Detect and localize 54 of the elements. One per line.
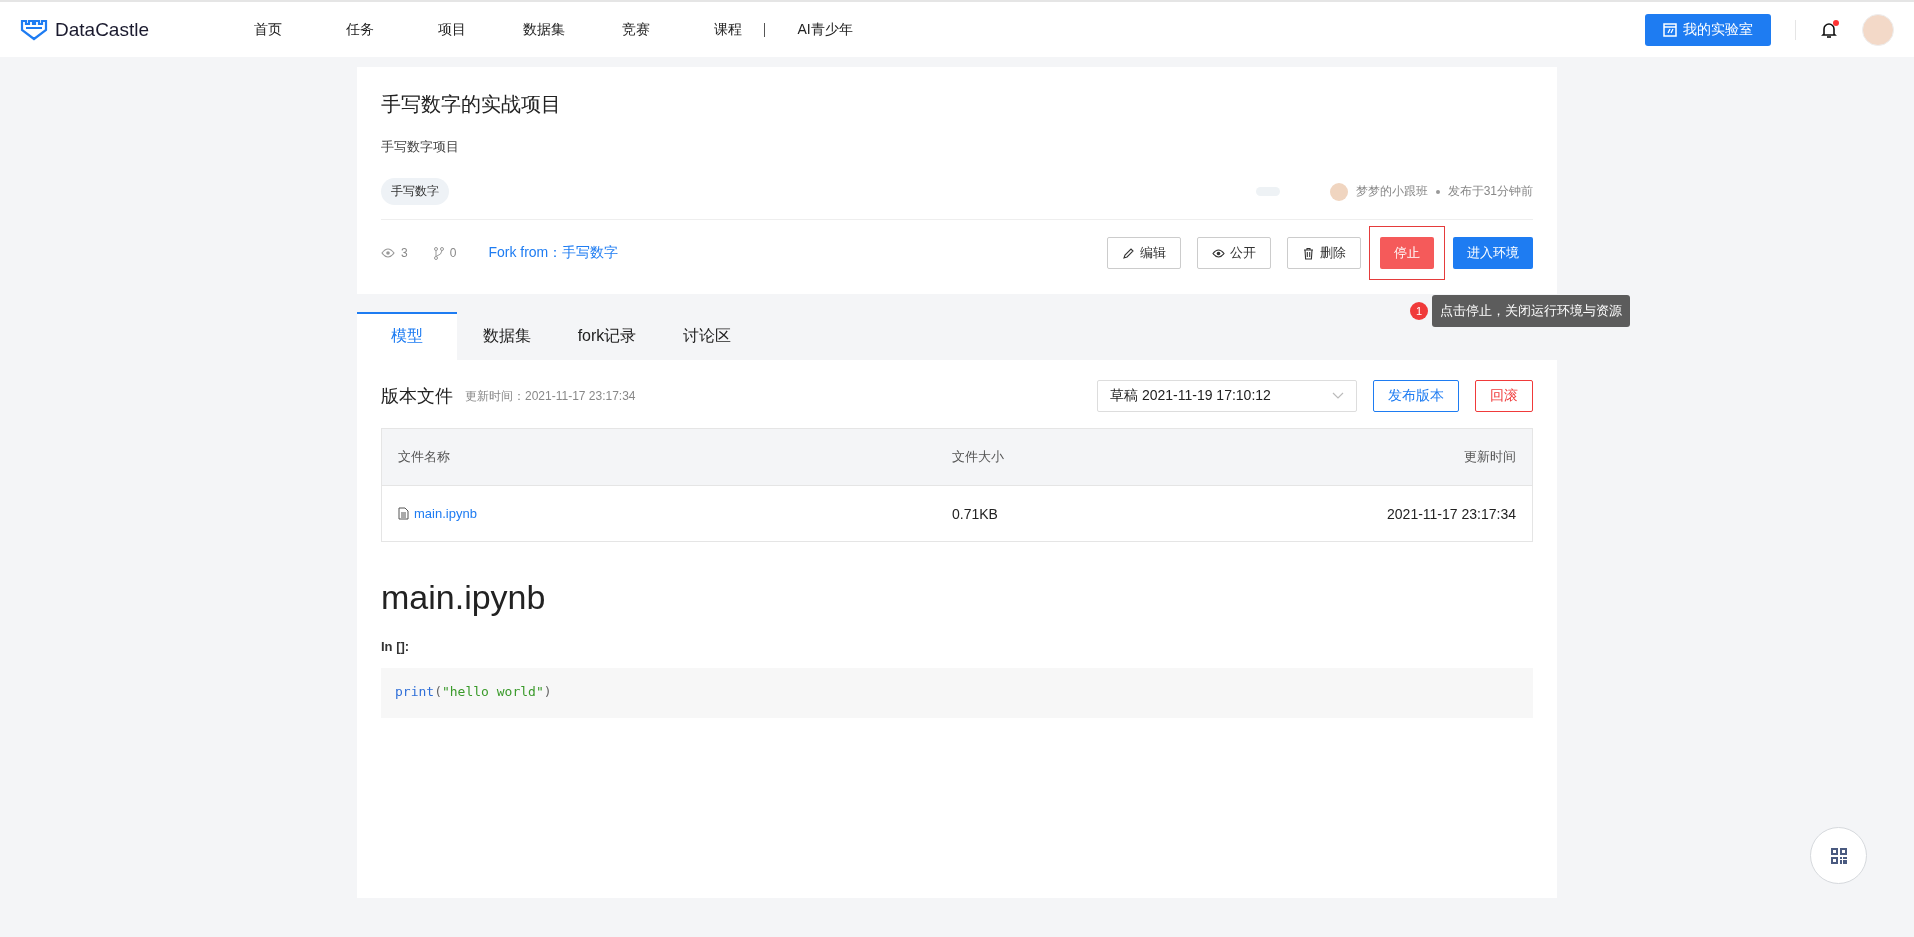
tab[interactable]: 讨论区 — [657, 312, 757, 360]
cell-prompt: In []: — [381, 639, 411, 654]
eye-icon — [1212, 246, 1225, 260]
file-icon — [398, 507, 409, 520]
separator-dot — [1435, 189, 1440, 194]
nav-link[interactable]: 项目 — [406, 20, 498, 39]
publish-time: 发布于31分钟前 — [1447, 183, 1533, 200]
action-button[interactable]: 进入环境 — [1453, 237, 1533, 269]
trash-icon — [1302, 246, 1315, 260]
column-header: 文件名称 — [398, 448, 451, 466]
table-cell-text: 2021-11-17 23:17:34 — [1386, 505, 1516, 522]
rollback-button[interactable]: 回滚 — [1475, 380, 1533, 412]
notification-bell-icon[interactable] — [1820, 20, 1838, 39]
action-button[interactable]: 编辑 — [1107, 237, 1181, 269]
author-name[interactable]: 梦梦的小跟班 — [1355, 183, 1428, 200]
my-lab-button[interactable]: 我的实验室 — [1645, 13, 1771, 46]
nav-link[interactable]: 课程 — [682, 20, 774, 39]
version-select[interactable]: 草稿 2021-11-19 17:10:12 — [1097, 380, 1357, 412]
column-header: 更新时间 — [1463, 448, 1516, 466]
update-time: 更新时间：2021-11-17 23:17:34 — [465, 387, 636, 405]
action-button[interactable]: 删除 — [1287, 237, 1361, 269]
eye-icon — [381, 248, 395, 258]
nav-link[interactable]: AI青少年 — [779, 20, 871, 39]
step-badge: 1 — [1410, 302, 1428, 320]
file-link[interactable]: main.ipynb — [414, 506, 477, 521]
nav-link[interactable]: 任务 — [314, 20, 406, 39]
tag[interactable]: 手写数字 — [381, 178, 449, 205]
fork-source-link[interactable]: Fork from：手写数字 — [488, 244, 619, 262]
branch-icon — [433, 246, 444, 260]
castle-icon — [20, 18, 48, 41]
nav-link[interactable]: 首页 — [222, 20, 314, 39]
lab-icon — [1663, 22, 1677, 37]
nav-link[interactable]: 数据集 — [498, 20, 590, 39]
nav-link[interactable]: 竞赛 — [590, 20, 682, 39]
chevron-down-icon — [1332, 392, 1344, 400]
column-header: 文件大小 — [952, 448, 1005, 466]
project-description: 手写数字项目 — [381, 138, 460, 156]
guide-tooltip: 点击停止，关闭运行环境与资源 — [1432, 295, 1630, 327]
nav-divider — [764, 22, 765, 37]
tab[interactable]: fork记录 — [557, 312, 657, 360]
pencil-icon — [1122, 246, 1135, 260]
qr-code-icon — [1830, 847, 1847, 864]
author-avatar — [1329, 182, 1348, 201]
tab[interactable]: 模型 — [357, 312, 457, 360]
section-title: 版本文件 — [381, 385, 453, 408]
action-button[interactable]: 公开 — [1197, 237, 1271, 269]
logo-text[interactable]: DataCastle — [55, 18, 149, 41]
view-count: 3 — [401, 246, 408, 260]
fork-count: 0 — [449, 246, 457, 260]
publish-version-button[interactable]: 发布版本 — [1373, 380, 1459, 412]
table-cell-text: 0.71KB — [952, 505, 999, 522]
project-title: 手写数字的实战项目 — [381, 92, 562, 117]
tab[interactable]: 数据集 — [457, 312, 557, 360]
notebook-title: main.ipynb — [381, 578, 547, 617]
